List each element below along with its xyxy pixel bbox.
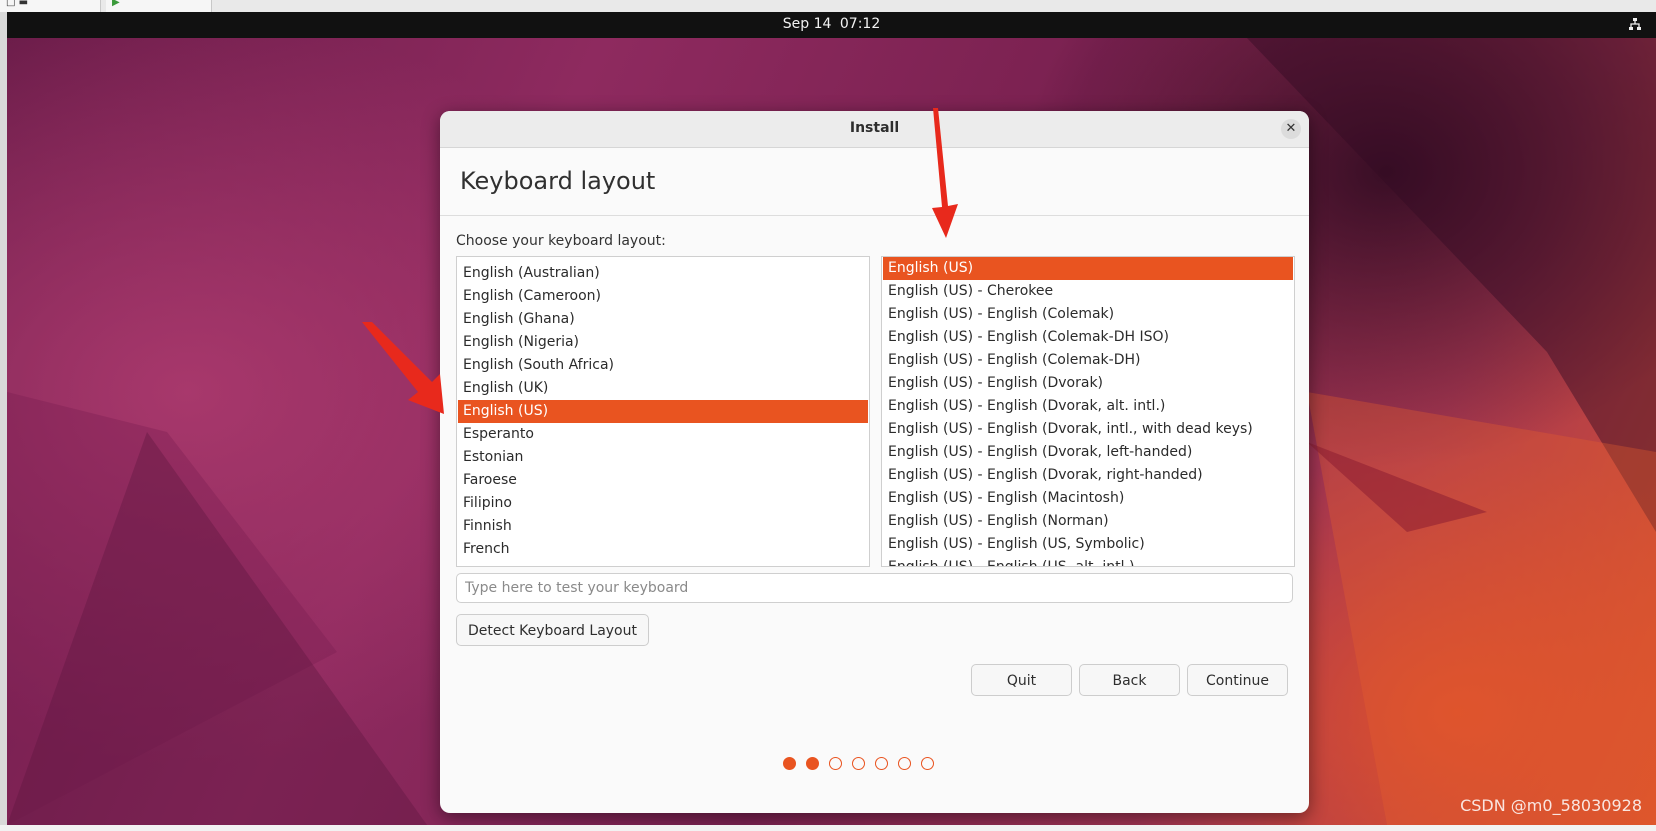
list-item[interactable]: English (Ghana) [458, 308, 868, 331]
list-item[interactable]: Esperanto [458, 423, 868, 446]
list-item[interactable]: English (UK) [458, 377, 868, 400]
progress-dot [829, 757, 842, 770]
progress-dot [921, 757, 934, 770]
list-item[interactable]: English (US) - English (Dvorak, right-ha… [883, 464, 1293, 487]
heading-divider [440, 215, 1309, 216]
list-item[interactable]: English (US) [883, 257, 1293, 280]
list-item[interactable]: English (US) - English (Colemak) [883, 303, 1293, 326]
list-item[interactable]: English (Australian) [458, 262, 868, 285]
clock[interactable]: Sep 14 07:12 [7, 16, 1656, 32]
list-item[interactable]: English (Cameroon) [458, 285, 868, 308]
annotation-arrow-left [362, 322, 444, 414]
list-item[interactable]: French [458, 538, 868, 561]
network-icon[interactable] [1628, 17, 1642, 31]
progress-dot [875, 757, 888, 770]
list-item[interactable]: English (US) - English (Norman) [883, 510, 1293, 533]
dialog-title: Install [849, 120, 900, 136]
close-icon: ✕ [1285, 121, 1297, 136]
list-item[interactable]: English (US) [458, 400, 868, 423]
list-item[interactable]: English (US) - English (Dvorak, left-han… [883, 441, 1293, 464]
play-icon: ▶ [112, 0, 120, 8]
clock-time: 07:12 [839, 16, 881, 32]
back-button[interactable]: Back [1079, 664, 1180, 696]
progress-dot [806, 757, 819, 770]
progress-dot [783, 757, 796, 770]
list-item[interactable]: Filipino [458, 492, 868, 515]
list-item[interactable]: Faroese [458, 469, 868, 492]
variant-list-items: English (US) English (US) - Cherokee Engli… [883, 257, 1293, 566]
page-title: Keyboard layout [460, 167, 656, 195]
detect-keyboard-layout-button[interactable]: Detect Keyboard Layout [456, 614, 649, 646]
host-tab[interactable]: □ ▬ [0, 0, 101, 12]
layout-list[interactable]: English (Australian) English (Cameroon) En… [456, 256, 870, 567]
list-item[interactable]: English (US) - English (Colemak-DH) [883, 349, 1293, 372]
quit-button[interactable]: Quit [971, 664, 1072, 696]
watermark: CSDN @m0_58030928 [1460, 796, 1642, 815]
list-item[interactable]: Estonian [458, 446, 868, 469]
list-item[interactable]: English (US) - English (Macintosh) [883, 487, 1293, 510]
list-item[interactable]: English (US) - English (US, Symbolic) [883, 533, 1293, 556]
list-item[interactable]: English (US) - English (Dvorak) [883, 372, 1293, 395]
keyboard-test-input[interactable] [456, 573, 1293, 603]
list-item[interactable]: English (US) - Cherokee [883, 280, 1293, 303]
progress-dot [898, 757, 911, 770]
clock-date: Sep 14 [782, 16, 832, 32]
vm-frame-bottom [0, 825, 1656, 831]
host-tab-active[interactable]: ▶ [106, 0, 212, 12]
vm-frame-left [0, 12, 7, 825]
progress-dots [783, 757, 944, 773]
gnome-top-bar: Sep 14 07:12 [7, 12, 1656, 38]
list-item[interactable]: English (US) - English (Dvorak, alt. int… [883, 395, 1293, 418]
install-dialog: Install ✕ Keyboard layout Choose your ke… [440, 111, 1309, 813]
list-item[interactable]: English (US) - English (Dvorak, intl., w… [883, 418, 1293, 441]
variant-list[interactable]: English (US) English (US) - Cherokee Engli… [881, 256, 1295, 567]
list-item[interactable]: Finnish [458, 515, 868, 538]
vm-screen: Sep 14 07:12 Install ✕ Keyboard layout C… [7, 12, 1656, 825]
folder-icon: □ ▬ [6, 0, 29, 8]
list-item[interactable]: English (US) - English (Colemak-DH ISO) [883, 326, 1293, 349]
list-item[interactable]: English (South Africa) [458, 354, 868, 377]
list-item[interactable]: English (US) - English (US, alt. intl.) [883, 556, 1293, 566]
continue-button[interactable]: Continue [1187, 664, 1288, 696]
close-button[interactable]: ✕ [1281, 119, 1301, 139]
layout-prompt: Choose your keyboard layout: [456, 233, 666, 249]
progress-dot [852, 757, 865, 770]
layout-list-items: English (Australian) English (Cameroon) En… [458, 257, 868, 561]
dialog-titlebar[interactable]: Install ✕ [440, 111, 1309, 148]
list-item[interactable]: English (Nigeria) [458, 331, 868, 354]
